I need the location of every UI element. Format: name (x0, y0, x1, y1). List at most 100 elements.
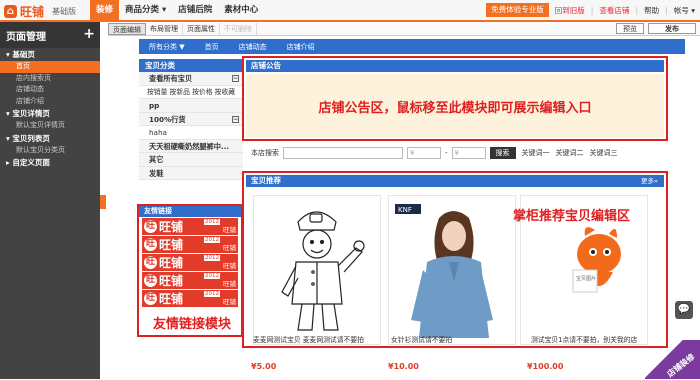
search-input[interactable] (283, 147, 403, 159)
category-item[interactable]: 查看所有宝贝 − (139, 72, 243, 86)
sidebar-item-search[interactable]: 店内搜索页 (0, 73, 100, 85)
shopnav-all-categories[interactable]: 所有分类 ▼ (139, 42, 195, 52)
product-card[interactable] (253, 195, 381, 345)
category-item[interactable]: pp (139, 99, 243, 113)
sidebar-group-detail[interactable]: ▾ 宝贝详情页 (0, 107, 100, 120)
product-name[interactable]: 测试宝贝1点请不要拍，别关我的店 (531, 334, 661, 344)
notice-title: 店铺公告 (246, 60, 664, 72)
badge-mini: 旺铺 (223, 226, 236, 234)
chat-icon[interactable]: 💬 (675, 301, 693, 319)
sidebar-item-intro[interactable]: 店铺介绍 (0, 96, 100, 108)
collapse-icon[interactable]: − (232, 75, 239, 82)
category-label: 100%行货 (149, 114, 186, 124)
nav-materials[interactable]: 素材中心 (218, 0, 264, 20)
product-image[interactable] (258, 200, 376, 338)
back-old-version-link[interactable]: 回到旧版 (552, 5, 588, 16)
page-sidebar: 页面管理 + ▾ 基础页 首页 店内搜索页 店铺动态 店铺介绍 ▾ 宝贝详情页 … (0, 22, 100, 379)
view-shop-link[interactable]: 查看店铺 (596, 5, 632, 16)
sidebar-title: 页面管理 (6, 31, 46, 43)
add-page-icon[interactable]: + (83, 26, 95, 42)
price-to-input[interactable]: ¥ (451, 147, 486, 159)
sidebar-group-custom[interactable]: ▸ 自定义页面 (0, 156, 100, 169)
notice-module[interactable]: 店铺公告 店铺公告区，鼠标移至此模块即可展示编辑入口 (242, 56, 668, 141)
shop-logo-icon: 旺 (144, 256, 157, 269)
divider: | (665, 5, 668, 15)
tab-layout[interactable]: 布局管理 (146, 23, 183, 35)
shop-logo-icon: 旺 (144, 220, 157, 233)
friend-link-badge[interactable]: 旺旺铺 2012 旺铺 (142, 236, 238, 253)
sidebar-group-label: 基础页 (12, 50, 35, 59)
nav-categories[interactable]: 商品分类 ▾ (119, 0, 172, 20)
badge-name: 旺铺 (159, 274, 184, 288)
trial-pro-button[interactable]: 免费体验专业版 (486, 3, 549, 17)
friend-link-badge[interactable]: 旺旺铺 2012 旺铺 (142, 290, 238, 307)
edition-label: 基础版 (52, 7, 76, 16)
badge-mini: 旺铺 (223, 280, 236, 288)
keyword-link[interactable]: 关键词一 (522, 148, 550, 158)
divider: | (590, 5, 594, 15)
category-item[interactable]: 发鞋 (139, 166, 243, 180)
sidebar-group-label: 宝贝详情页 (12, 109, 50, 118)
sidebar-header: 页面管理 + (0, 22, 100, 48)
sidebar-group-list[interactable]: ▾ 宝贝列表页 (0, 132, 100, 145)
badge-year: 2012 (204, 219, 220, 225)
preview-button[interactable]: 预览 (616, 23, 644, 34)
collapse-sidebar-handle[interactable] (100, 195, 106, 209)
product-price: ¥100.00 (527, 362, 564, 371)
cartoon-policeman-image (281, 211, 365, 331)
sidebar-item-home[interactable]: 首页 (0, 61, 100, 73)
sidebar-item-default-detail[interactable]: 默认宝贝详情页 (0, 120, 100, 132)
sidebar-item-dynamics[interactable]: 店铺动态 (0, 84, 100, 96)
category-item[interactable]: 其它 (139, 153, 243, 167)
badge-mini: 旺铺 (223, 298, 236, 306)
product-name[interactable]: 麦麦网测试宝贝 麦麦网测试请不要拍 (253, 334, 383, 344)
sidebar-group-basic[interactable]: ▾ 基础页 (0, 48, 100, 61)
badge-name: 旺铺 (159, 256, 184, 270)
badge-name: 旺铺 (159, 292, 184, 306)
shopnav-dynamics[interactable]: 店铺动态 (229, 42, 277, 52)
shopnav-home[interactable]: 首页 (195, 42, 229, 52)
friend-link-badge[interactable]: 旺旺铺 2012 旺铺 (142, 218, 238, 235)
badge-mini: 旺铺 (223, 244, 236, 252)
shop-logo-icon: 旺 (144, 274, 157, 287)
collapse-icon[interactable]: − (232, 115, 239, 123)
category-item[interactable]: haha (139, 126, 243, 140)
nav-decorate[interactable]: 装修 (90, 0, 120, 20)
shop-logo-icon: 旺 (144, 238, 157, 251)
shopnav-intro[interactable]: 店铺介绍 (277, 42, 325, 52)
main-nav: 装修 商品分类 ▾ 店铺后院 素材中心 (90, 0, 264, 20)
product-name[interactable]: 女针衫测试请不要拍 (391, 334, 521, 344)
category-item[interactable]: 天天祖硬嘶奶然腿裤中... (139, 139, 243, 153)
keyword-link[interactable]: 关键词二 (556, 148, 584, 158)
category-item[interactable]: 100%行货 − (139, 112, 243, 126)
help-link[interactable]: 帮助 (641, 5, 662, 16)
nav-backyard[interactable]: 店铺后院 (172, 0, 218, 20)
shop-nav: 所有分类 ▼ 首页 店铺动态 店铺介绍 (139, 39, 685, 54)
svg-text:宝贝图片: 宝贝图片 (576, 275, 596, 282)
top-actions: 免费体验专业版 回到旧版 | 查看店铺 | 帮助 | 帐号 ▾ (486, 3, 698, 17)
friend-links-module[interactable]: 友情链接 旺旺铺 2012 旺铺 旺旺铺 2012 旺铺 旺旺铺 2012 旺铺 旺旺铺 20… (137, 204, 243, 337)
category-sort-links[interactable]: 按销量 按新品 按价格 按收藏 (139, 86, 243, 99)
account-menu[interactable]: 帐号 ▾ (671, 5, 698, 16)
tab-page-props[interactable]: 页面属性 (183, 23, 220, 35)
product-price: ¥5.00 (251, 362, 277, 371)
home-icon: ⌂ (4, 4, 17, 18)
keyword-link[interactable]: 关键词三 (590, 148, 618, 158)
corner-badge-label: 店铺装修 (665, 352, 697, 379)
brand-logo[interactable]: ⌂ 旺铺 (4, 3, 50, 19)
decorate-corner-badge[interactable]: 店铺装修 (645, 340, 700, 379)
more-link[interactable]: 更多» (641, 175, 658, 187)
brand-name: 旺铺 (20, 4, 45, 19)
divider: | (635, 5, 639, 15)
search-button[interactable]: 搜索 (489, 147, 516, 159)
tab-page-edit[interactable]: 页面编辑 (108, 23, 146, 35)
shop-search-bar: 本店搜索 ¥ - ¥ 搜索 关键词一 关键词二 关键词三 (251, 146, 618, 160)
badge-name: 旺铺 (159, 238, 184, 252)
badge-mini: 旺铺 (223, 262, 236, 270)
friend-link-badge[interactable]: 旺旺铺 2012 旺铺 (142, 272, 238, 289)
price-from-input[interactable]: ¥ (407, 147, 441, 159)
sidebar-item-default-list[interactable]: 默认宝贝分类页 (0, 145, 100, 157)
friend-link-badge[interactable]: 旺旺铺 2012 旺铺 (142, 254, 238, 271)
publish-button[interactable]: 发布 (648, 23, 696, 34)
recommend-title: 宝贝推荐 (251, 176, 281, 185)
